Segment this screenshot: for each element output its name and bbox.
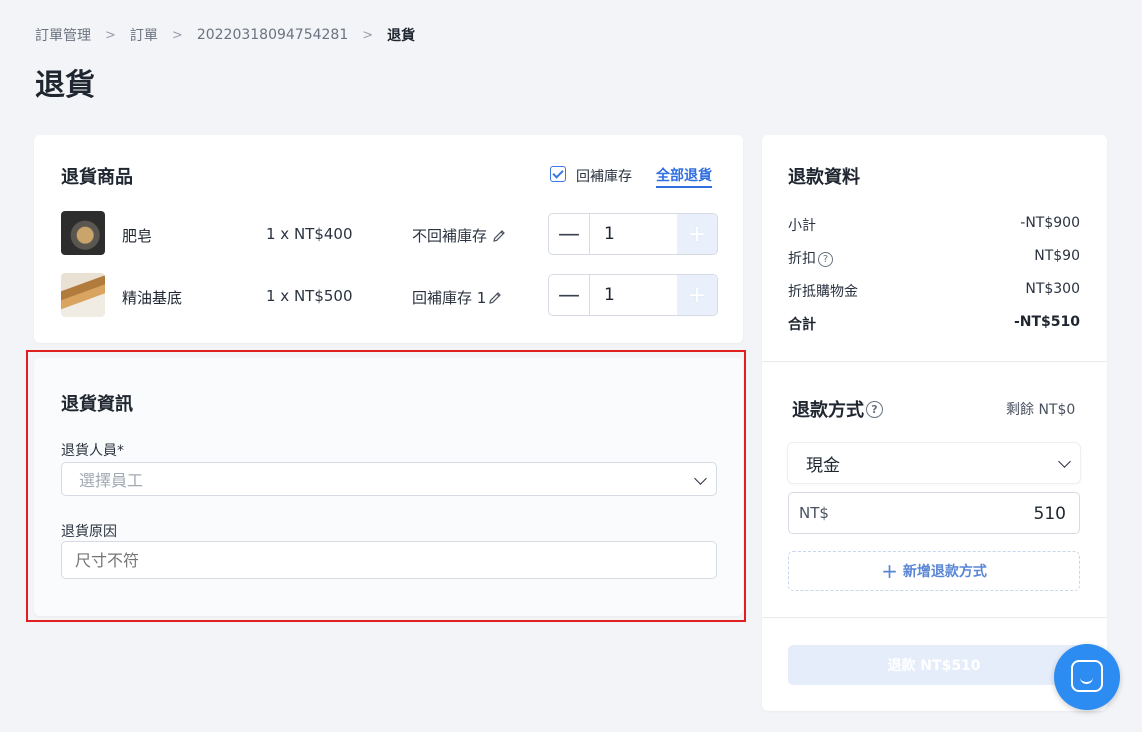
return-products-title: 退貨商品 [61,167,133,188]
add-refund-method-button[interactable]: + 新增退款方式 [788,551,1080,591]
summary-row-discount: 折扣? NT$90 [788,248,1080,268]
submit-refund-button[interactable]: 退款 NT$510 [788,645,1080,685]
product-price: 1 x NT$400 [266,225,353,243]
help-icon[interactable]: ? [818,251,833,267]
chat-icon [1071,660,1103,692]
refund-method-title: 退款方式 [792,400,864,421]
product-thumbnail [61,211,105,255]
refund-method-value: 現金 [806,455,840,476]
plus-icon: + [687,282,707,308]
chat-launcher-button[interactable] [1054,644,1120,710]
restock-checkbox[interactable] [550,166,566,182]
breadcrumb-current: 退貨 [387,28,416,44]
chevron-right-icon: > [362,27,374,43]
summary-row-credit: 折抵購物金 NT$300 [788,281,1080,301]
refund-method-select[interactable]: 現金 [788,443,1080,483]
summary-row-subtotal: 小計 -NT$900 [788,215,1080,235]
product-name: 肥皂 [122,227,153,245]
summary-value: NT$90 [1034,248,1080,264]
summary-value: NT$300 [1025,281,1080,297]
staff-label: 退貨人員* [61,443,124,459]
summary-row-total: 合計 -NT$510 [788,314,1080,334]
restock-status[interactable]: 回補庫存 1 [412,287,503,308]
summary-label: 折抵購物金 [788,284,858,300]
divider [762,617,1107,618]
divider [762,361,1107,362]
restock-status-label: 不回補庫存 [412,227,488,245]
product-thumbnail [61,273,105,317]
summary-value: -NT$510 [1013,314,1080,330]
breadcrumb-item-order-id[interactable]: 20220318094754281 [197,27,348,43]
reason-label: 退貨原因 [61,524,117,540]
chevron-right-icon: > [171,27,183,43]
pencil-icon[interactable] [487,290,503,306]
breadcrumb: 訂單管理 > 訂單 > 20220318094754281 > 退貨 [35,26,415,44]
quantity-input[interactable]: 1 [590,214,677,254]
quantity-stepper: — 1 + [548,213,718,255]
increment-button[interactable]: + [677,275,717,315]
pencil-icon[interactable] [491,228,507,244]
currency-prefix: NT$ [799,504,829,522]
restock-status-label: 回補庫存 1 [412,289,487,307]
staff-select-placeholder: 選擇員工 [79,471,144,490]
add-refund-method-label: 新增退款方式 [902,564,987,580]
product-name: 精油基底 [122,289,183,307]
return-info-title: 退貨資訊 [61,394,133,415]
refund-amount-value: 510 [1033,504,1066,524]
decrement-button[interactable]: — [549,214,590,254]
restock-checkbox-label: 回補庫存 [576,169,632,185]
summary-label: 折扣 [788,251,816,267]
reason-input[interactable] [61,541,717,579]
decrement-button[interactable]: — [549,275,590,315]
product-price: 1 x NT$500 [266,287,353,305]
quantity-stepper: — 1 + [548,274,718,316]
page-title: 退貨 [35,68,95,103]
return-all-link[interactable]: 全部退貨 [656,165,712,188]
chevron-right-icon: > [105,27,116,43]
summary-label: 合計 [788,317,816,333]
remaining-amount: 剩餘 NT$0 [1006,402,1076,418]
summary-value: -NT$900 [1020,215,1080,231]
refund-method-heading: 退款方式 ? [792,396,883,422]
refund-title: 退款資料 [788,167,860,188]
increment-button[interactable]: + [677,214,717,254]
staff-select[interactable]: 選擇員工 [61,462,717,496]
refund-amount-input[interactable]: NT$ 510 [788,492,1080,534]
plus-icon: + [687,221,707,247]
plus-icon: + [881,559,898,583]
quantity-input[interactable]: 1 [590,275,677,315]
summary-label: 小計 [788,218,816,234]
breadcrumb-item-orders[interactable]: 訂單 [130,25,158,45]
breadcrumb-item-orders-management[interactable]: 訂單管理 [35,25,91,45]
restock-status[interactable]: 不回補庫存 [412,225,507,246]
help-icon[interactable]: ? [866,400,883,418]
